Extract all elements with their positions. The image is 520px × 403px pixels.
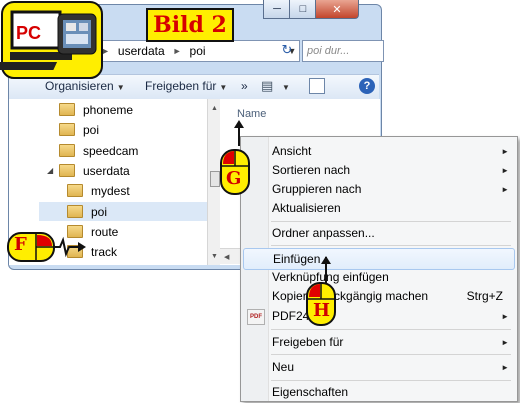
menu-item-sort-by[interactable]: Sortieren nach ► [243,160,513,180]
menu-item-share-with[interactable]: Freigeben für ► [243,332,513,352]
marker-g: G [226,168,242,189]
tree-item-speedcam[interactable]: speedcam [59,141,207,160]
tree-item-label: track [91,244,118,259]
expanded-arrow-icon[interactable]: ◢ [47,166,59,175]
folder-icon [67,184,83,197]
address-separator-icon: ► [172,46,182,56]
pc-logo-text: PC [16,23,41,43]
menu-item-pdf24[interactable]: PDF PDF24 ► [243,306,513,326]
folder-icon [59,103,75,116]
tree-item-label: route [91,224,119,239]
tree-item-poi[interactable]: poi [59,120,207,139]
marker-f: F [14,234,27,255]
address-bar[interactable]: ► userdata ► poi ▼ [98,40,300,62]
address-segment-userdata[interactable]: userdata [112,44,171,58]
menu-item-customize-folder[interactable]: Ordner anpassen... [243,223,513,243]
tree-item-label: poi [91,204,108,219]
menu-item-label: Neu [272,360,295,374]
tree-item-mydest[interactable]: mydest [67,181,207,200]
image-label: Bild 2 [146,8,234,42]
menu-item-label: Aktualisieren [272,201,341,215]
search-placeholder: poi dur... [307,45,350,57]
menu-separator [271,354,511,355]
pc-logo-icon: PC [0,1,103,79]
menu-item-properties[interactable]: Eigenschaften [243,382,513,402]
menu-item-label: Sortieren nach [272,163,351,177]
menu-item-label: Freigeben für [272,335,344,349]
submenu-arrow-icon: ► [501,337,509,347]
menu-item-label: Gruppieren nach [272,182,362,196]
tree-item-userdata[interactable]: ◢ userdata [47,161,207,180]
menu-separator [271,221,511,222]
context-menu: Ansicht ► Sortieren nach ► Gruppieren na… [240,136,518,402]
menu-item-group-by[interactable]: Gruppieren nach ► [243,179,513,199]
organize-menu[interactable]: Organisieren ▼ [45,79,125,93]
menu-item-refresh[interactable]: Aktualisieren [243,198,513,218]
menu-item-label: Eigenschaften [272,385,349,399]
chevron-down-icon: ▼ [219,83,228,92]
folder-icon [67,205,83,218]
submenu-arrow-icon: ► [501,184,509,194]
pdf24-icon: PDF [247,309,265,325]
tree-item-phoneme[interactable]: phoneme [59,100,207,119]
search-input[interactable]: poi dur... [302,40,384,62]
organize-label: Organisieren [45,79,114,93]
menu-item-view[interactable]: Ansicht ► [243,141,513,161]
tree-item-label: speedcam [83,143,139,158]
submenu-arrow-icon: ► [501,311,509,321]
tree-item-label: userdata [83,163,130,178]
tree-item-label: mydest [91,183,130,198]
close-button[interactable]: ✕ [315,0,359,19]
menu-item-paste-shortcut[interactable]: Verknüpfung einfügen [243,267,513,287]
minimize-button[interactable]: ─ [263,0,291,19]
share-menu[interactable]: Freigeben für ▼ [145,79,227,93]
menu-item-shortcut: Strg+Z [466,289,503,303]
menu-separator [271,245,511,246]
menu-item-undo-copy[interactable]: Kopieren rückgängig machen Strg+Z [243,286,513,306]
tree-item-label: poi [83,122,100,137]
submenu-arrow-icon: ► [501,165,509,175]
view-options-icon[interactable]: ▤ [261,78,273,94]
menu-separator [271,380,511,381]
submenu-arrow-icon: ► [501,146,509,156]
folder-icon [59,123,75,136]
chevron-down-icon[interactable]: ▼ [279,79,290,93]
submenu-arrow-icon: ► [501,362,509,372]
menu-item-label: Ordner anpassen... [272,226,375,240]
chevron-down-icon: ▼ [116,83,125,92]
address-segment-poi[interactable]: poi [184,44,212,58]
help-button[interactable]: ? [359,78,375,94]
menu-separator [271,329,511,330]
folder-icon [59,144,75,157]
preview-pane-icon[interactable] [309,78,325,94]
tree-item-poi-selected[interactable]: poi [39,202,207,221]
tree-item-label: phoneme [83,102,134,117]
menu-item-new[interactable]: Neu ► [243,357,513,377]
maximize-button[interactable]: □ [289,0,317,19]
more-commands-button[interactable]: » [241,79,248,93]
refresh-icon[interactable]: ↻ [276,40,298,60]
share-label: Freigeben für [145,79,217,93]
menu-item-label: Ansicht [272,144,312,158]
menu-item-label: Kopieren rückgängig machen [272,289,429,303]
folder-icon [59,164,75,177]
marker-h: H [313,300,331,321]
